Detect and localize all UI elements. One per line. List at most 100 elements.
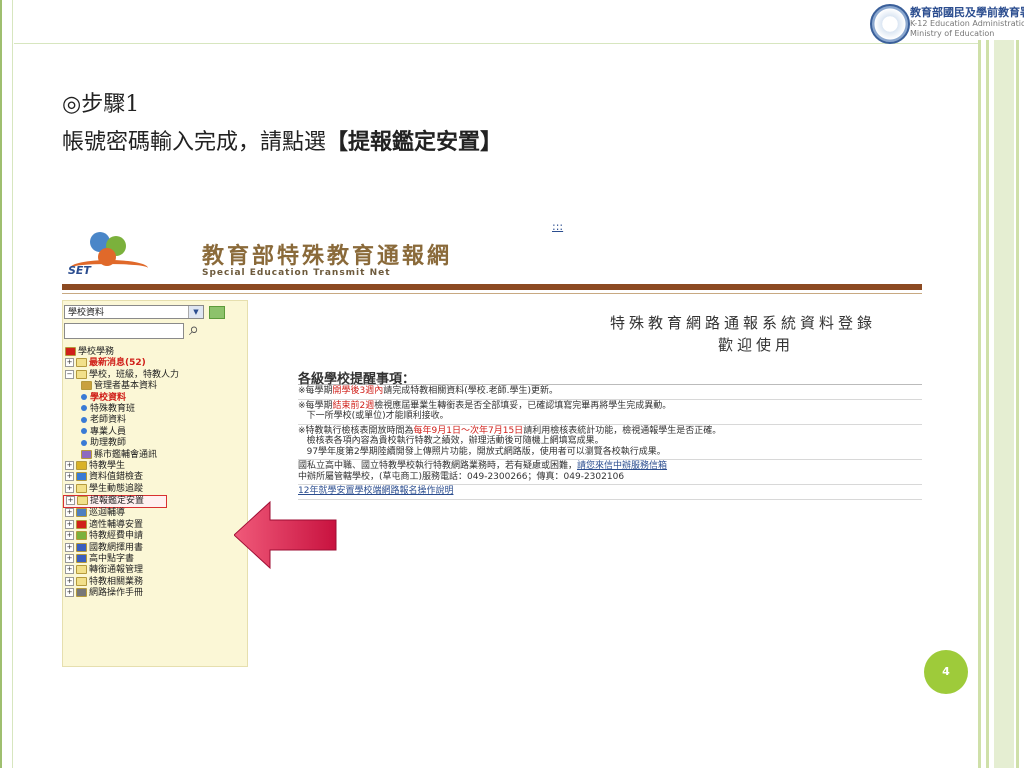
expand-icon[interactable]: +	[65, 460, 74, 470]
instruction-text: 帳號密碼輸入完成，請點選【提報鑑定安置】	[62, 129, 503, 155]
nav-item[interactable]: + 提報鑑定安置	[63, 495, 167, 509]
folder-icon	[76, 483, 87, 493]
nav-item[interactable]: + 高中點字書	[63, 554, 247, 565]
nav-item[interactable]: 學校資料	[63, 393, 247, 404]
nav-item[interactable]: 管理者基本資料	[63, 381, 247, 392]
service-mail-link[interactable]: 請您來信中辦服務信箱	[577, 461, 667, 471]
expand-icon[interactable]: +	[65, 565, 74, 575]
nav-item[interactable]: + 適性輔導安置	[63, 519, 247, 531]
welcome-subheading: 歡迎使用	[718, 336, 795, 354]
folder-icon	[76, 576, 87, 586]
heart-icon	[76, 519, 87, 529]
nav-item[interactable]: + 特教相關業務	[63, 576, 247, 588]
nav-tree: 學校學務 + 最新消息(52) − 學校，班級，特教人力 管理者基本資料 學校資料 特殊教育班…	[63, 347, 247, 600]
nav-item[interactable]: + 巡迴輔導	[63, 508, 247, 519]
folder-icon	[76, 358, 87, 368]
pen-icon	[76, 542, 87, 552]
expand-icon[interactable]: +	[65, 483, 74, 493]
bullet-icon	[81, 416, 87, 423]
page-number: 4	[924, 650, 968, 694]
pen-icon	[76, 554, 87, 564]
nav-item[interactable]: 特殊教育班	[63, 404, 247, 415]
nav-item-label: 適性輔導安置	[89, 519, 144, 530]
nav-item-label: 專業人員	[90, 426, 127, 437]
go-icon[interactable]	[209, 306, 225, 319]
site-subtitle: Special Education Transmit Net	[202, 268, 391, 278]
expand-icon[interactable]: +	[65, 542, 74, 552]
nav-item[interactable]: + 轉銜通報管理	[63, 565, 247, 576]
nav-item[interactable]: 老師資料	[63, 415, 247, 426]
nav-item[interactable]: + 最新消息(52)	[63, 358, 247, 369]
book-icon	[81, 449, 92, 459]
chevron-down-icon: ▼	[188, 306, 203, 318]
nav-item[interactable]: 學校學務	[63, 347, 247, 358]
notice-item: ※特教執行檢核表開放時間為每年9月1日～次年7月15日請利用檢核表統計功能，檢視…	[298, 425, 922, 460]
nav-item[interactable]: + 學生動態追蹤	[63, 483, 247, 495]
nav-item-label: 最新消息(52)	[89, 358, 146, 369]
header-skip-link[interactable]: :::	[552, 220, 563, 233]
nav-item-label: 特殊教育班	[90, 403, 136, 414]
expand-icon[interactable]: +	[65, 531, 74, 541]
bullet-icon	[81, 394, 87, 401]
site-title: 教育部特殊教育通報網	[202, 244, 453, 269]
nav-item[interactable]: 專業人員	[63, 427, 247, 438]
nav-item[interactable]: + 網路操作手冊	[63, 588, 247, 599]
slide-right-rail	[978, 0, 1024, 768]
moe-seal-icon	[870, 4, 910, 44]
nav-item-label: 助理教師	[90, 438, 127, 449]
nav-item[interactable]: 助理教師	[63, 438, 247, 449]
folder-open-icon	[76, 369, 87, 379]
nav-item-label: 學校學務	[78, 347, 115, 357]
info-icon	[76, 472, 87, 482]
search-input[interactable]	[64, 323, 184, 339]
manual-link[interactable]: 12年就學安置學校端網路報名操作說明	[298, 486, 453, 496]
expand-icon[interactable]: +	[65, 519, 74, 529]
nav-item[interactable]: 縣市鑑輔會通訊	[63, 449, 247, 461]
welcome-heading: 特殊教育網路通報系統資料登錄	[610, 314, 877, 332]
user-icon	[81, 381, 92, 391]
nav-item-label: 管理者基本資料	[94, 381, 158, 392]
nav-item-label: 縣市鑑輔會通訊	[94, 449, 158, 460]
moe-logo-title: 教育部國民及學前教育署	[910, 6, 1024, 19]
search-icon[interactable]: ⌕	[189, 321, 207, 339]
pointer-arrow-icon	[234, 500, 337, 570]
notice-title: 各級學校提醒事項：	[298, 368, 922, 387]
bullet-icon	[81, 439, 87, 446]
header-line	[62, 293, 922, 294]
nav-item[interactable]: + 資料值錯檢查	[63, 472, 247, 483]
expand-icon[interactable]: +	[65, 472, 74, 482]
notice-item: ※每學期結束前2週檢視應屆畢業生轉銜表是否全部填妥，已確認填寫完畢再將學生完成異…	[298, 400, 922, 425]
nav-item-label: 國教網擇用書	[89, 542, 144, 553]
expand-icon[interactable]: +	[66, 496, 75, 506]
expand-icon[interactable]: −	[65, 369, 74, 379]
bullet-icon	[81, 405, 87, 412]
moe-logo-subtitle: K-12 Education Administration, Ministry o…	[910, 19, 1024, 38]
slide-top-divider	[14, 43, 978, 44]
nav-item[interactable]: + 國教網擇用書	[63, 542, 247, 554]
nav-item-label: 特教經費申請	[89, 531, 144, 542]
nav-item[interactable]: + 特教學生	[63, 460, 247, 472]
calendar-icon	[76, 508, 87, 518]
screenshot-area: SET 教育部特殊教育通報網 Special Education Transmi…	[62, 220, 922, 670]
notice-item: 12年就學安置學校端網路報名操作說明	[298, 485, 922, 500]
nav-item-label: 特教學生	[89, 460, 126, 471]
bullet-icon	[81, 428, 87, 435]
nav-item-label: 網路操作手冊	[89, 588, 144, 599]
nav-item[interactable]: + 特教經費申請	[63, 531, 247, 542]
expand-icon[interactable]: +	[65, 576, 74, 586]
expand-icon[interactable]: +	[65, 588, 74, 598]
leaf-icon	[76, 531, 87, 541]
question-icon	[76, 588, 87, 598]
expand-icon[interactable]: +	[65, 554, 74, 564]
expand-icon[interactable]: +	[65, 508, 74, 518]
nav-item-label: 高中點字書	[89, 554, 135, 565]
nav-item-label: 老師資料	[90, 415, 127, 426]
nav-item-label: 資料值錯檢查	[89, 472, 144, 483]
category-select[interactable]: 學校資料 ▼	[64, 305, 204, 319]
expand-icon[interactable]: +	[65, 358, 74, 368]
step-title: ◎步驟1	[62, 92, 140, 117]
slide-left-rail	[0, 0, 13, 768]
red-diamond-icon	[65, 347, 76, 356]
sidebar: 學校資料 ▼ ⌕ 學校學務 + 最新消息(52) − 學校，班級，特教人力 管理者基本資料…	[62, 300, 248, 667]
nav-item[interactable]: − 學校，班級，特教人力	[63, 369, 247, 381]
